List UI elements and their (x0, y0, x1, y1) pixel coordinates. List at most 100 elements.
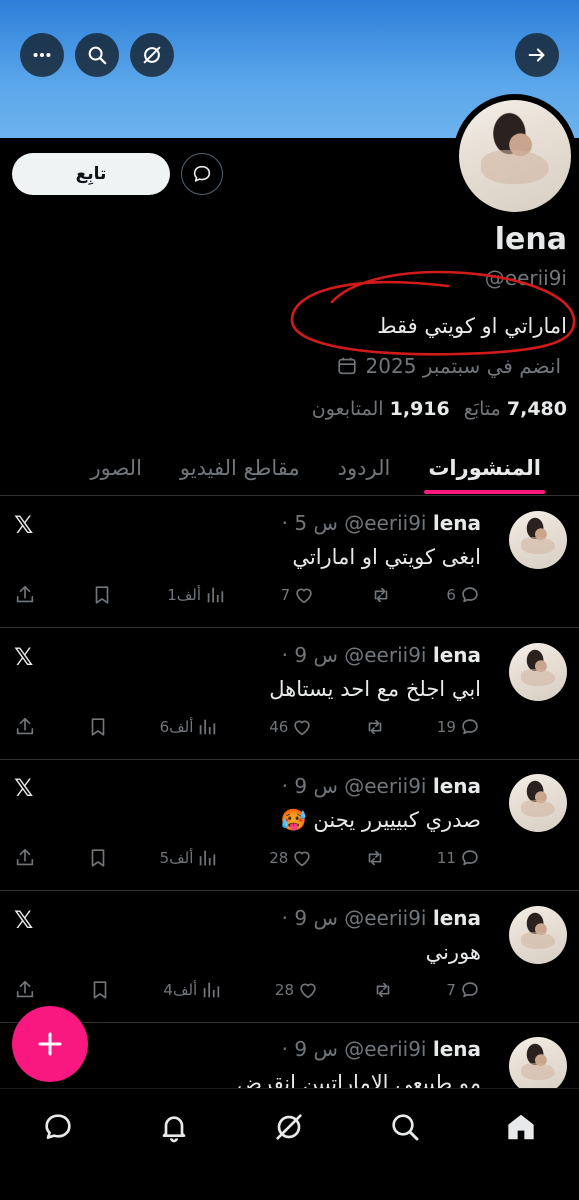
follow-button[interactable]: تابِع (12, 153, 170, 195)
views-button[interactable]: 5ألف (160, 847, 219, 869)
post-handle[interactable]: @eerii9i (344, 774, 426, 798)
post-handle[interactable]: @eerii9i (344, 906, 426, 930)
post-author-name[interactable]: lena (433, 774, 481, 798)
following-label: متابَع (463, 398, 501, 420)
tab-videos[interactable]: مقاطع الفيديو (180, 440, 300, 496)
repost-button[interactable] (364, 847, 386, 869)
views-button[interactable]: 1ألف (167, 584, 226, 606)
views-button[interactable]: 6ألف (160, 716, 219, 738)
post-author-name[interactable]: lena (433, 906, 481, 930)
notifications-icon (162, 1116, 186, 1143)
plus-icon (38, 1032, 62, 1056)
post-avatar[interactable] (509, 511, 567, 569)
reply-button[interactable]: 6 (446, 584, 481, 606)
post-time: · 9 س (281, 643, 338, 667)
post-avatar[interactable] (509, 643, 567, 701)
reply-icon (462, 850, 478, 866)
repost-icon (376, 982, 390, 998)
joined-date: انضم في سبتمبر 2025 (336, 354, 561, 378)
post-item[interactable]: · 9 س @eerii9i lena صدري كبيييرر يجنن 🥵 𝕏 5… (0, 760, 579, 891)
share-button[interactable] (14, 716, 36, 738)
bookmark-button[interactable] (91, 584, 113, 606)
post-author-name[interactable]: lena (433, 643, 481, 667)
repost-icon (368, 719, 382, 735)
post-item[interactable]: · 9 س @eerii9i lena هورني 𝕏 4ألف 28 7 (0, 892, 579, 1023)
post-author-name[interactable]: lena (433, 1037, 481, 1061)
tab-posts[interactable]: المنشورات (424, 440, 545, 496)
post-actions: 1ألف 7 6 (14, 582, 481, 608)
post-avatar[interactable] (509, 774, 567, 832)
repost-button[interactable] (372, 979, 394, 1001)
profile-avatar[interactable] (453, 94, 577, 218)
nav-search[interactable] (385, 1107, 425, 1147)
grok-button[interactable] (130, 33, 174, 77)
search-button[interactable] (75, 33, 119, 77)
bookmark-icon (91, 718, 105, 736)
views-button-count: 1ألف (167, 586, 202, 604)
home-icon (508, 1114, 534, 1140)
nav-messages[interactable] (38, 1107, 78, 1147)
post-handle[interactable]: @eerii9i (344, 1037, 426, 1061)
post-avatar[interactable] (509, 906, 567, 964)
bookmark-button[interactable] (89, 979, 111, 1001)
post-handle[interactable]: @eerii9i (344, 511, 426, 535)
followers-stat[interactable]: 1,916 المتابعون (312, 398, 450, 420)
reply-button-count: 19 (436, 718, 456, 736)
reply-icon (462, 719, 478, 735)
avatar-photo (459, 100, 571, 212)
compose-button[interactable] (12, 1006, 88, 1082)
share-icon (16, 980, 34, 998)
views-icon (200, 719, 216, 735)
post-header: · 9 س @eerii9i lena (282, 643, 481, 667)
post-item[interactable]: · 5 س @eerii9i lena ابغى كويتي او اماراتي… (0, 497, 579, 628)
like-button[interactable]: 7 (281, 584, 316, 606)
more-button[interactable] (20, 33, 64, 77)
views-button-count: 5ألف (159, 849, 194, 867)
views-button-count: 6ألف (159, 718, 194, 736)
post-actions: 6ألف 46 19 (14, 714, 481, 740)
nav-notifications[interactable] (154, 1107, 194, 1147)
following-stat[interactable]: 7,480 متابَع (464, 398, 567, 420)
forward-arrow-icon (528, 48, 545, 62)
red-circle-annotation (290, 270, 576, 356)
tab-replies[interactable]: الردود (338, 440, 391, 496)
share-icon (16, 585, 34, 603)
share-button[interactable] (14, 847, 36, 869)
share-icon (16, 848, 34, 866)
like-button-count: 28 (269, 849, 289, 867)
views-button[interactable]: 4ألف (163, 979, 222, 1001)
share-button[interactable] (14, 979, 36, 1001)
search-icon (88, 46, 107, 65)
reply-icon (462, 982, 478, 998)
post-text: ابي اجلخ مع احد يستاهل (269, 677, 481, 701)
bookmark-button[interactable] (87, 847, 109, 869)
reply-button[interactable]: 19 (437, 716, 481, 738)
profile-tabs: المنشورات الردود مقاطع الفيديو الصور (0, 440, 579, 496)
nav-grok[interactable] (269, 1107, 309, 1147)
post-handle[interactable]: @eerii9i (344, 643, 426, 667)
bookmark-button[interactable] (87, 716, 109, 738)
calendar-icon (337, 357, 356, 375)
views-button-count: 4ألف (163, 981, 198, 999)
reply-button[interactable]: 11 (437, 847, 481, 869)
like-button[interactable]: 28 (275, 979, 319, 1001)
bookmark-icon (91, 849, 105, 867)
like-button[interactable]: 46 (269, 716, 313, 738)
share-button[interactable] (14, 584, 36, 606)
nav-home[interactable] (501, 1107, 541, 1147)
post-item[interactable]: · 9 س @eerii9i lena ابي اجلخ مع احد يستاه… (0, 629, 579, 760)
reply-button[interactable]: 7 (446, 979, 481, 1001)
tab-photos[interactable]: الصور (90, 440, 141, 496)
like-button-count: 28 (274, 981, 295, 999)
more-icon (33, 52, 51, 58)
post-avatar[interactable] (509, 1037, 567, 1095)
bookmark-icon (93, 981, 107, 999)
repost-button[interactable] (370, 584, 392, 606)
message-button[interactable] (181, 153, 223, 195)
repost-button[interactable] (364, 716, 386, 738)
back-button[interactable] (515, 33, 559, 77)
like-button[interactable]: 28 (269, 847, 313, 869)
x-logo-icon: 𝕏 (14, 774, 34, 802)
post-author-name[interactable]: lena (433, 511, 481, 535)
x-logo-icon: 𝕏 (14, 643, 34, 671)
